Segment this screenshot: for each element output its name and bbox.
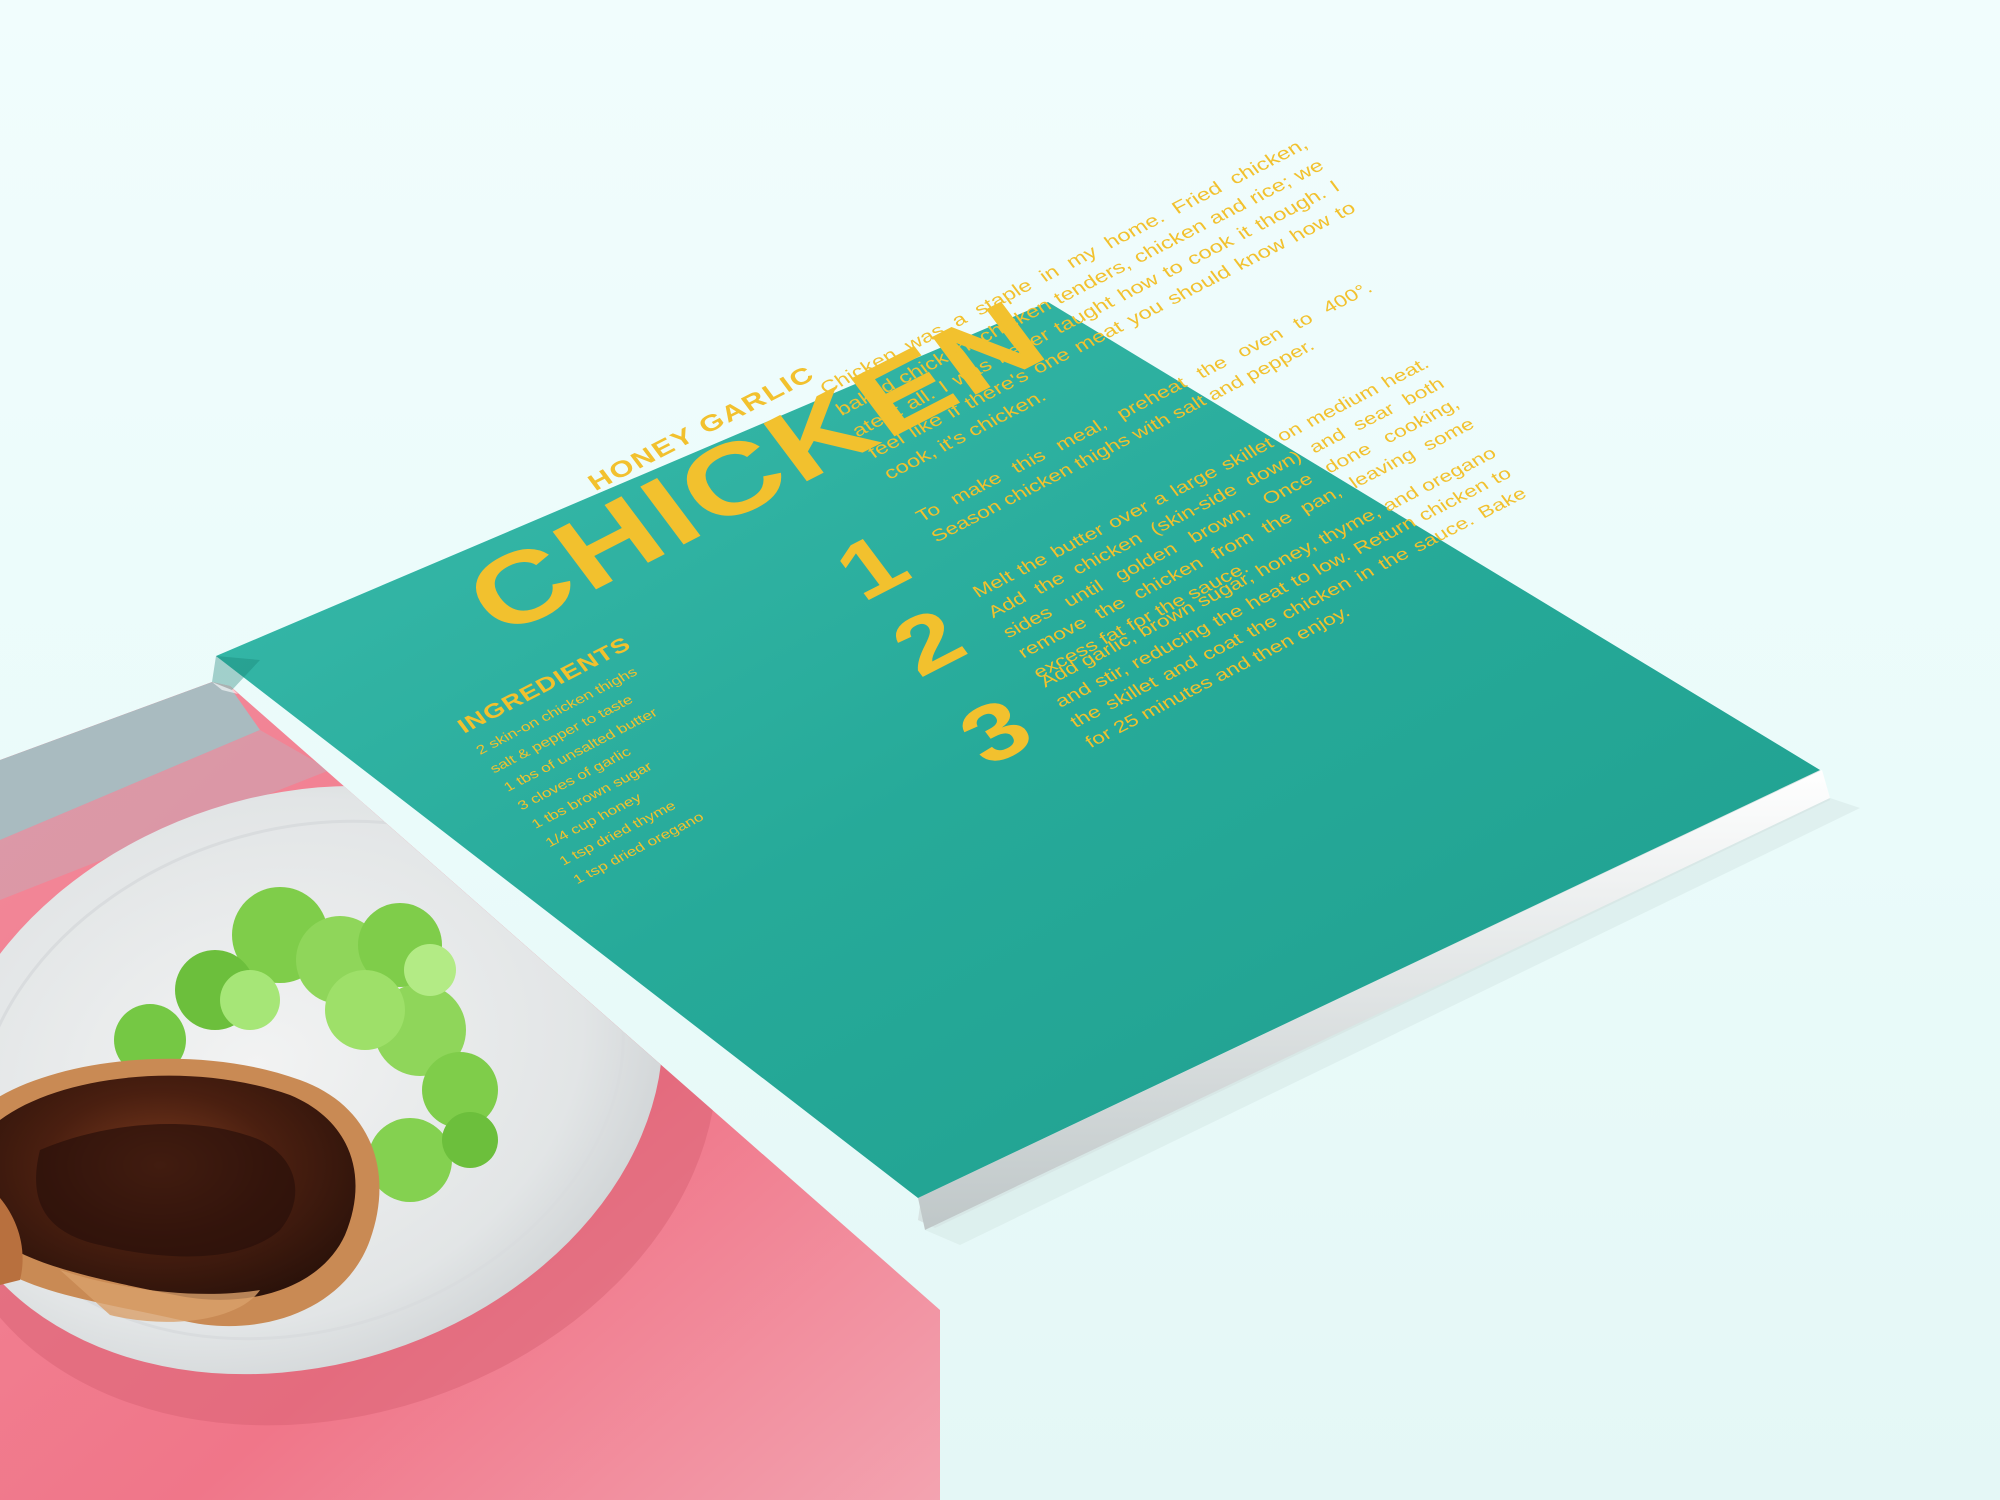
step-number: 2 bbox=[874, 591, 983, 694]
step-number: 3 bbox=[941, 680, 1050, 783]
booklet-scene: HONEY GARLIC CHICKEN INGREDIENTS 2 skin-… bbox=[0, 0, 2000, 1500]
recipe-page: HONEY GARLIC CHICKEN INGREDIENTS 2 skin-… bbox=[0, 0, 2000, 1500]
